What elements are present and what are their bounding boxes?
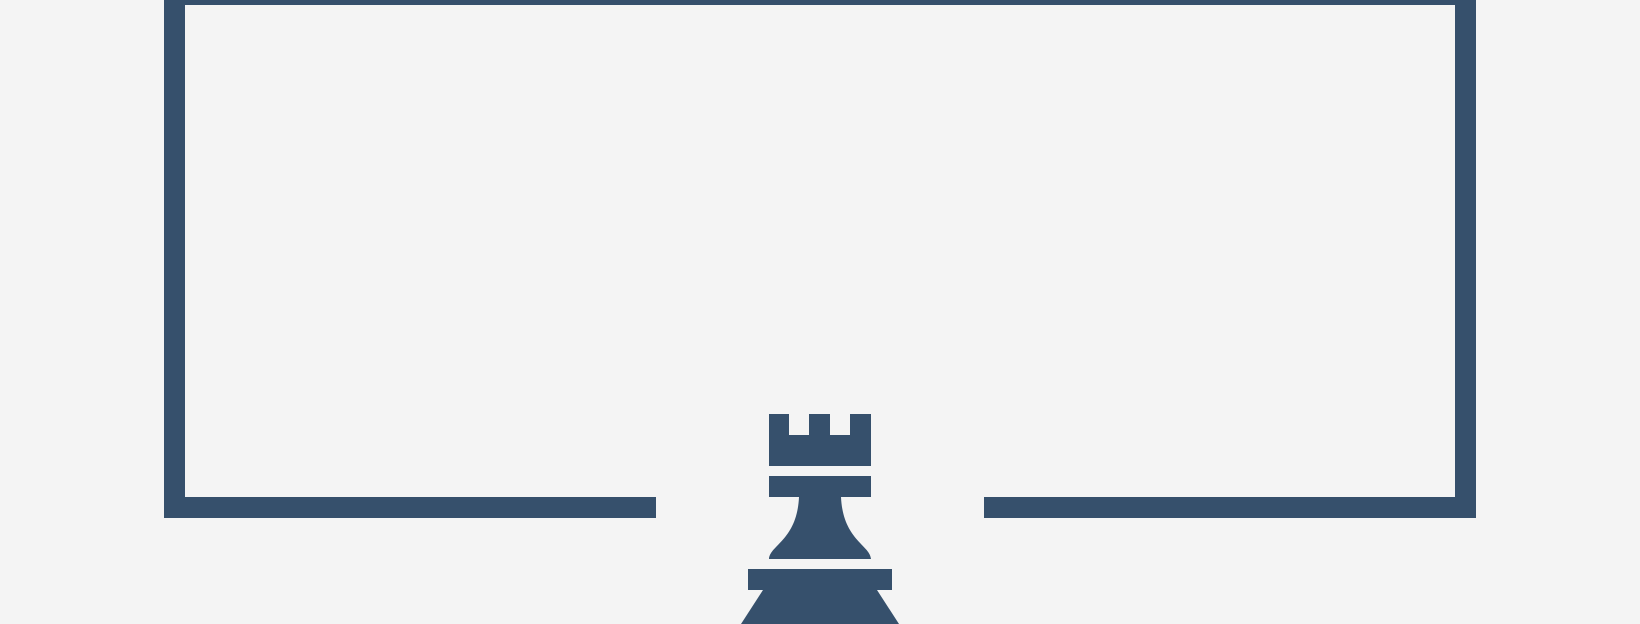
- rook-crown: [769, 414, 871, 466]
- illustration: [0, 0, 1640, 624]
- rook-foot: [741, 590, 899, 624]
- frame-bottom-right-edge: [984, 497, 1476, 518]
- rook-collar: [769, 476, 871, 497]
- frame-bottom-left-edge: [164, 497, 656, 518]
- rook-base-top: [748, 569, 892, 590]
- frame-top-edge: [164, 0, 1476, 5]
- frame-left-edge: [164, 0, 185, 518]
- frame-right-edge: [1455, 0, 1476, 518]
